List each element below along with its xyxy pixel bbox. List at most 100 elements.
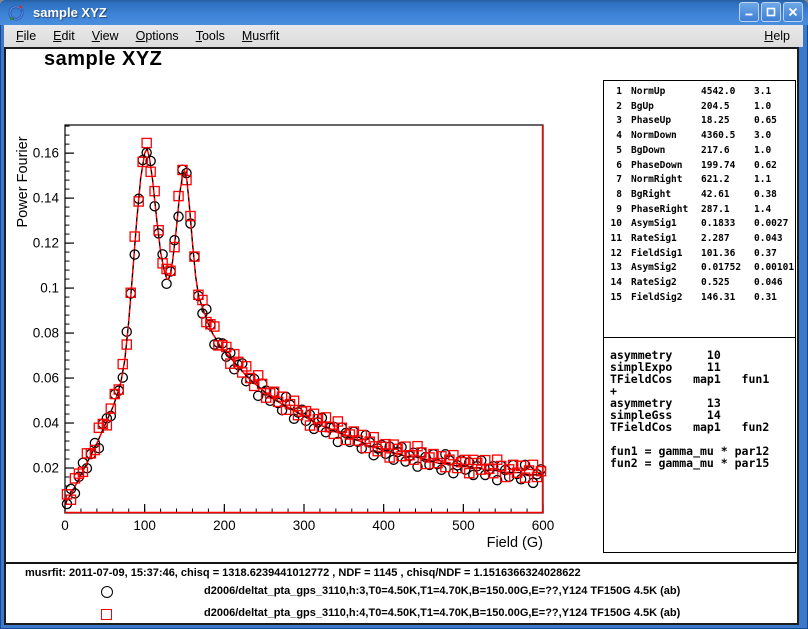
parameter-name: BgRight (631, 188, 701, 203)
svg-text:0.1: 0.1 (40, 281, 59, 296)
parameter-err: 0.65 (754, 114, 795, 129)
parameter-name: PhaseDown (631, 159, 701, 174)
parameter-name: AsymSig1 (631, 217, 701, 232)
parameter-name: RateSig2 (631, 276, 701, 291)
parameter-val: 101.36 (701, 247, 754, 262)
parameter-val: 146.31 (701, 291, 754, 306)
parameter-val: 0.1833 (701, 217, 754, 232)
parameter-num: 8 (604, 188, 622, 203)
parameter-err: 0.31 (754, 291, 795, 306)
theory-line: TFieldCos map1 fun2 (610, 421, 795, 433)
parameter-name: FieldSig1 (631, 247, 701, 262)
legend-item: d2006/deltat_pta_gps_3110,h:3,T0=4.50K,T… (0, 582, 795, 604)
parameter-num: 10 (604, 217, 622, 232)
series-square (62, 138, 545, 504)
parameter-num: 12 (604, 247, 622, 262)
parameter-row: 6PhaseDown199.740.62 (604, 159, 795, 174)
parameter-num: 11 (604, 232, 622, 247)
series-circle (62, 148, 545, 509)
parameter-err: 0.0027 (754, 217, 795, 232)
parameter-name: FieldSig2 (631, 291, 701, 306)
app-window: sample XYZ FileEditViewOptionsToolsMusrf… (0, 0, 808, 629)
parameter-row: 7 NormRight621.21.1 (604, 173, 795, 188)
legend-label: d2006/deltat_pta_gps_3110,h:3,T0=4.50K,T… (204, 585, 680, 597)
plot-axes: 01002003004005006000.020.040.060.080.10.… (15, 125, 554, 551)
svg-text:0.14: 0.14 (33, 191, 60, 206)
parameter-row: 10 AsymSig10.18330.0027 (604, 217, 795, 232)
parameter-val: 217.6 (701, 144, 754, 159)
parameter-name: BgUp (631, 100, 701, 115)
parameter-err: 3.0 (754, 129, 795, 144)
parameter-num: 2 (604, 100, 622, 115)
parameter-err: 1.1 (754, 173, 795, 188)
theory-line: TFieldCos map1 fun1 (610, 373, 795, 385)
parameter-err: 0.046 (754, 276, 795, 291)
y-axis-title: Power Fourier (15, 136, 31, 227)
parameter-num: 13 (604, 261, 622, 276)
parameter-num: 7 (604, 173, 622, 188)
parameter-val: 0.01752 (701, 261, 754, 276)
legend-marker-square (101, 609, 112, 620)
parameter-row: 4 NormDown4360.53.0 (604, 129, 795, 144)
theory-line: fun2 = gamma_mu * par15 (610, 457, 795, 469)
parameter-num: 1 (604, 85, 622, 100)
parameter-val: 621.2 (701, 173, 754, 188)
parameter-num: 3 (604, 114, 622, 129)
svg-text:0: 0 (61, 518, 69, 533)
parameter-row: 11 RateSig12.2870.043 (604, 232, 795, 247)
parameter-row: 12 FieldSig1101.360.37 (604, 247, 795, 262)
parameter-name: PhaseUp (631, 114, 701, 129)
parameter-num: 14 (604, 276, 622, 291)
parameter-val: 0.525 (701, 276, 754, 291)
fit-info-text: musrfit: 2011-07-09, 15:37:46, chisq = 1… (25, 567, 581, 579)
parameter-err: 1.4 (754, 203, 795, 218)
parameter-row: 2 BgUp204.51.0 (604, 100, 795, 115)
svg-text:0.16: 0.16 (33, 146, 59, 161)
x-axis-title: Field (G) (487, 535, 543, 551)
parameter-num: 5 (604, 144, 622, 159)
parameter-err: 0.62 (754, 159, 795, 174)
parameter-val: 204.5 (701, 100, 754, 115)
legend-label: d2006/deltat_pta_gps_3110,h:4,T0=4.50K,T… (204, 607, 680, 619)
parameter-row: 15FieldSig2146.310.31 (604, 291, 795, 306)
parameter-name: NormDown (631, 129, 701, 144)
parameter-row: 1NormUp4542.03.1 (604, 85, 795, 100)
parameter-num: 6 (604, 159, 622, 174)
legend-item: d2006/deltat_pta_gps_3110,h:4,T0=4.50K,T… (0, 604, 795, 626)
parameter-val: 4360.5 (701, 129, 754, 144)
svg-text:100: 100 (133, 518, 156, 533)
parameter-err: 1.0 (754, 144, 795, 159)
fit-curve-dashed (65, 149, 543, 504)
parameter-err: 1.0 (754, 100, 795, 115)
parameter-num: 4 (604, 129, 622, 144)
statusbar-divider (6, 562, 799, 564)
fit-curve-solid (65, 149, 543, 504)
parameter-name: NormRight (631, 173, 701, 188)
svg-text:400: 400 (372, 518, 395, 533)
parameter-val: 42.61 (701, 188, 754, 203)
legend-marker-circle (101, 586, 113, 598)
parameter-box: 1NormUp4542.03.12BgUp204.51.03PhaseUp18.… (603, 80, 796, 338)
parameter-err: 0.043 (754, 232, 795, 247)
parameter-err: 0.37 (754, 247, 795, 262)
parameter-row: 13 AsymSig20.017520.00101 (604, 261, 795, 276)
parameter-name: BgDown (631, 144, 701, 159)
parameter-row: 3PhaseUp18.250.65 (604, 114, 795, 129)
parameter-val: 2.287 (701, 232, 754, 247)
parameter-row: 9PhaseRight287.11.4 (604, 203, 795, 218)
parameter-err: 0.00101 (754, 261, 795, 276)
svg-text:0.08: 0.08 (33, 326, 59, 341)
svg-text:300: 300 (293, 518, 316, 533)
svg-text:0.06: 0.06 (33, 371, 59, 386)
fit-curve-edge (65, 125, 543, 513)
parameter-row: 14 RateSig20.5250.046 (604, 276, 795, 291)
parameter-row: 8 BgRight42.610.38 (604, 188, 795, 203)
parameter-name: RateSig1 (631, 232, 701, 247)
parameter-name: AsymSig2 (631, 261, 701, 276)
parameter-err: 0.38 (754, 188, 795, 203)
parameter-name: NormUp (631, 85, 701, 100)
svg-text:0.12: 0.12 (33, 236, 59, 251)
svg-text:200: 200 (213, 518, 236, 533)
svg-text:0.02: 0.02 (33, 461, 59, 476)
svg-text:0.04: 0.04 (33, 416, 60, 431)
